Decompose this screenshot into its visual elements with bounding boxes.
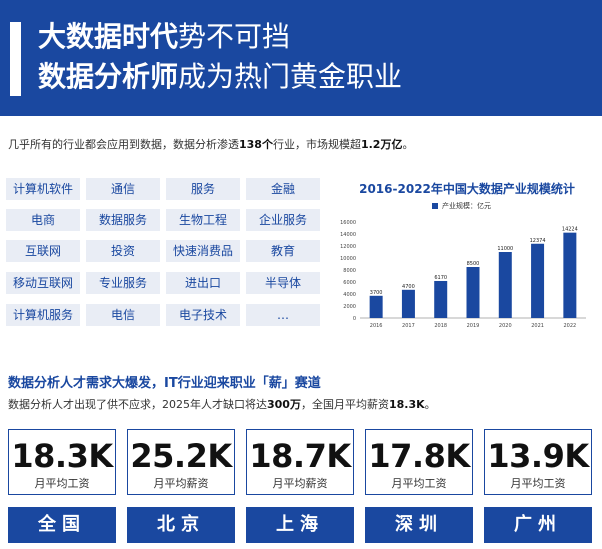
bar-value-label: 12374	[530, 238, 546, 244]
y-tick-label: 6000	[343, 280, 356, 286]
section-sub-part-3: 。	[424, 398, 436, 411]
section-title: 数据分析人才需求大爆发，IT行业迎来职业「薪」赛道	[8, 376, 321, 391]
x-tick-label: 2021	[531, 323, 544, 329]
intro-bold-1: 138个	[239, 138, 273, 151]
city-label: 北京	[127, 507, 235, 543]
city-label: 全国	[8, 507, 116, 543]
salary-label: 月平均工资	[510, 477, 566, 490]
chart-bar	[466, 267, 480, 318]
chart-bar	[369, 295, 383, 318]
industry-tag: 计算机软件	[6, 178, 80, 200]
chart-bar	[563, 232, 577, 318]
header-banner: 大数据时代势不可挡 数据分析师成为热门黄金职业	[0, 0, 602, 116]
y-tick-label: 10000	[340, 256, 356, 262]
header-line-2-rest: 成为热门黄金职业	[178, 60, 403, 93]
industry-tag: 进出口	[166, 272, 240, 294]
intro-bold-2: 1.2万亿	[360, 138, 403, 151]
x-tick-label: 2020	[499, 323, 512, 329]
industry-tag: 服务	[166, 178, 240, 200]
industry-tag: 互联网	[6, 240, 80, 262]
intro-part-3: 。	[402, 138, 414, 151]
industry-tag: 通信	[86, 178, 160, 200]
salary-card: 25.2K 月平均薪资	[127, 429, 235, 495]
salary-card: 13.9K 月平均工资	[484, 429, 592, 495]
chart-bar	[401, 289, 415, 318]
intro-part-2: 行业，市场规模超	[272, 138, 361, 151]
x-tick-label: 2019	[467, 323, 480, 329]
x-tick-label: 2016	[370, 323, 383, 329]
chart-bar	[531, 243, 545, 318]
bar-value-label: 4700	[402, 284, 415, 290]
bar-value-label: 11000	[497, 246, 513, 252]
section-sub-part-2: ，全国月平均薪资	[300, 398, 389, 411]
salary-card: 18.3K 月平均工资	[8, 429, 116, 495]
intro-text: 几乎所有的行业都会应用到数据，数据分析渗透138个行业，市场规模超1.2万亿。	[8, 136, 413, 152]
section-sub-bold-1: 300万	[267, 398, 301, 411]
bar-value-label: 3700	[370, 290, 383, 296]
header-line-2-bold: 数据分析师	[38, 60, 179, 93]
y-tick-label: 14000	[340, 232, 356, 238]
x-tick-label: 2017	[402, 323, 415, 329]
intro-part-1: 几乎所有的行业都会应用到数据，数据分析渗透	[8, 138, 239, 151]
industry-tag: 电子技术	[166, 304, 240, 326]
y-tick-label: 16000	[340, 220, 356, 226]
industry-tag: 专业服务	[86, 272, 160, 294]
bar-value-label: 6170	[434, 275, 447, 281]
header-line-1: 大数据时代势不可挡	[38, 20, 290, 54]
salary-value: 18.3K	[11, 437, 113, 475]
industry-tag: 电商	[6, 209, 80, 231]
chart-bar	[434, 280, 448, 318]
chart-plot: 0 2000 4000 6000 8000 10000 12000 14000 16000 370…	[340, 220, 586, 329]
x-tick-label: 2022	[563, 323, 576, 329]
y-tick-label: 12000	[340, 244, 356, 250]
industry-tag: 教育	[246, 240, 320, 262]
industry-tag: 投资	[86, 240, 160, 262]
city-label: 广州	[484, 507, 592, 543]
header-line-1-bold: 大数据时代	[38, 20, 179, 53]
industry-tag: 半导体	[246, 272, 320, 294]
section-subtitle: 数据分析人才出现了供不应求，2025年人才缺口将达300万，全国月平均薪资18.…	[8, 396, 436, 412]
industry-tag: 计算机服务	[6, 304, 80, 326]
header-line-1-rest: 势不可挡	[178, 20, 291, 53]
y-tick-label: 4000	[343, 292, 356, 298]
salary-value: 17.8K	[368, 437, 470, 475]
salary-label: 月平均工资	[391, 477, 447, 490]
salary-value: 18.7K	[249, 437, 351, 475]
industry-tag: 快速消费品	[166, 240, 240, 262]
header-accent-bar	[10, 22, 21, 96]
salary-value: 25.2K	[130, 437, 232, 475]
salary-label: 月平均薪资	[153, 477, 209, 490]
section-sub-part-1: 数据分析人才出现了供不应求，2025年人才缺口将达	[8, 398, 267, 411]
header-line-2: 数据分析师成为热门黄金职业	[38, 60, 402, 94]
salary-label: 月平均工资	[34, 477, 90, 490]
y-tick-label: 0	[353, 316, 356, 322]
section-sub-bold-2: 18.3K	[388, 398, 425, 411]
salary-value: 13.9K	[487, 437, 589, 475]
city-label: 上海	[246, 507, 354, 543]
industry-scale-chart: 2016-2022年中国大数据产业规模统计 产业规模：亿元 0 2000 4000 6…	[336, 170, 598, 340]
x-tick-label: 2018	[434, 323, 447, 329]
industry-tag: 生物工程	[166, 209, 240, 231]
industry-tag: 电信	[86, 304, 160, 326]
city-label: 深圳	[365, 507, 473, 543]
chart-bar	[498, 252, 512, 318]
y-tick-label: 8000	[343, 268, 356, 274]
industry-tag: 金融	[246, 178, 320, 200]
y-tick-label: 2000	[343, 304, 356, 310]
industry-tag: 移动互联网	[6, 272, 80, 294]
salary-card: 17.8K 月平均工资	[365, 429, 473, 495]
salary-label: 月平均薪资	[272, 477, 328, 490]
salary-card: 18.7K 月平均薪资	[246, 429, 354, 495]
industry-tag: 数据服务	[86, 209, 160, 231]
bar-value-label: 14224	[562, 227, 578, 233]
industry-tag: 企业服务	[246, 209, 320, 231]
industry-tag: …	[246, 304, 320, 326]
bar-value-label: 8500	[467, 261, 480, 267]
